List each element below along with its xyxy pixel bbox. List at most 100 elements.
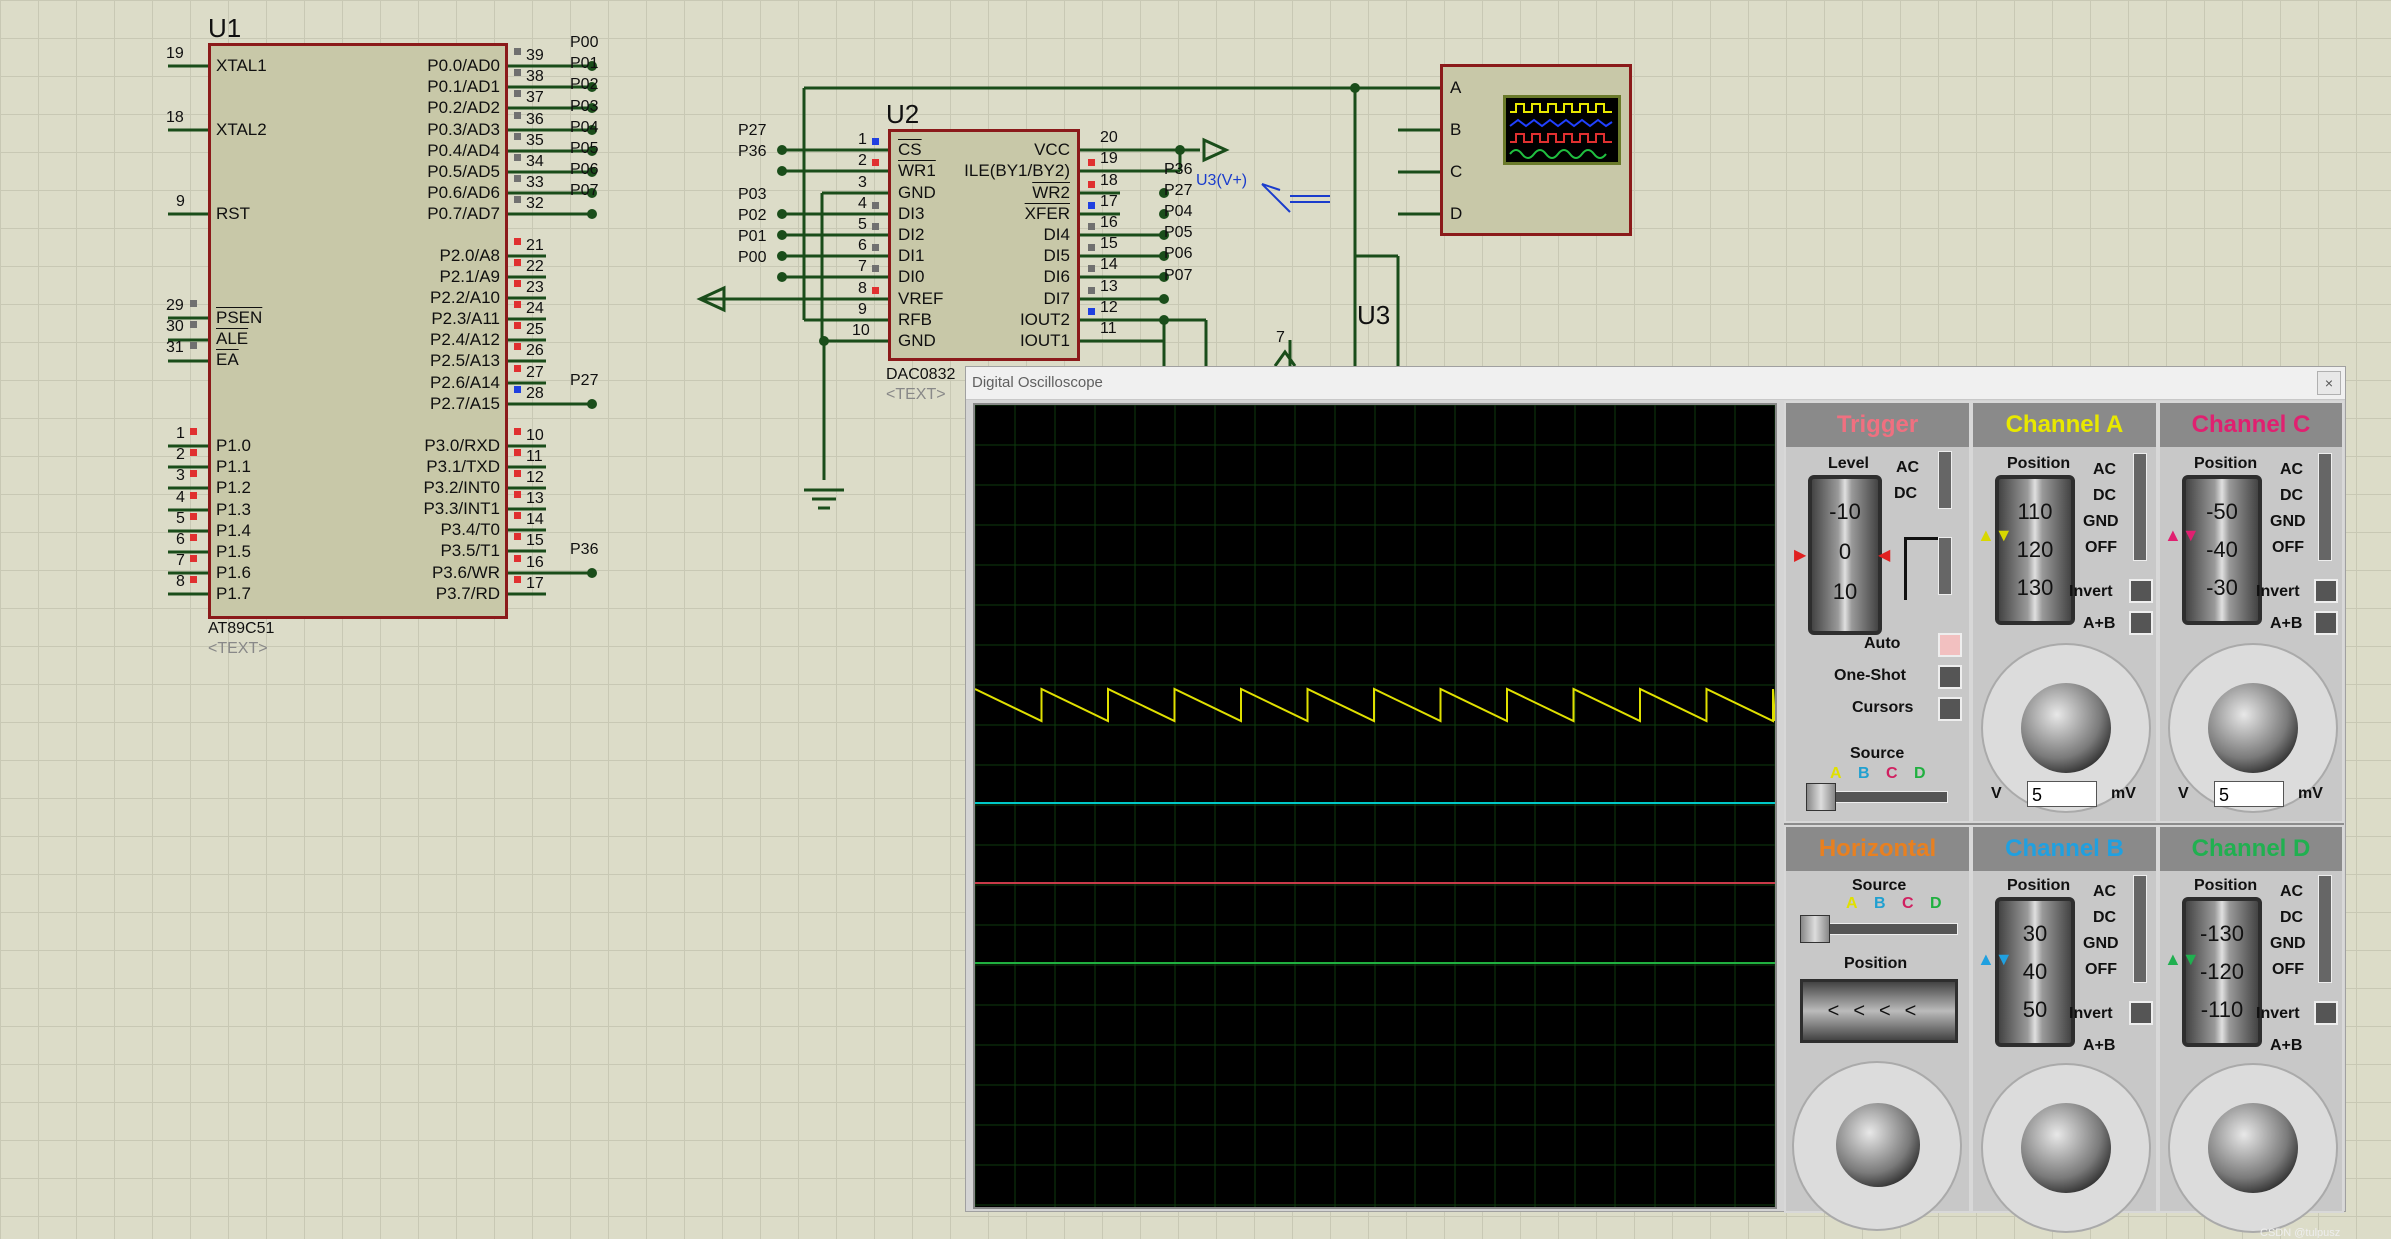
channel-c-value-input[interactable]: 5 (2214, 781, 2284, 807)
u1-pin-marker (514, 90, 521, 97)
h-source-thumb[interactable] (1800, 915, 1830, 943)
channel-d-invert-button[interactable] (2314, 1001, 2338, 1025)
trigger-ac[interactable]: AC (1896, 459, 1919, 477)
channel-c-ac[interactable]: AC (2280, 461, 2303, 479)
channel-b-mode-switch[interactable] (2133, 875, 2147, 983)
u1-pin-marker (190, 342, 197, 349)
channel-a-dc[interactable]: DC (2093, 487, 2116, 505)
channel-b-off[interactable]: OFF (2085, 961, 2117, 979)
channel-b-invert-button[interactable] (2129, 1001, 2153, 1025)
channel-c-invert-button[interactable] (2314, 579, 2338, 603)
edge-switch[interactable] (1938, 537, 1952, 595)
u1-pin-num: 24 (526, 300, 544, 317)
u2-text: <TEXT> (886, 386, 946, 403)
channel-a-off[interactable]: OFF (2085, 539, 2117, 557)
cursors-button[interactable] (1938, 697, 1962, 721)
channel-c-position-dial[interactable]: -50 -40 -30 (2182, 475, 2262, 625)
trigger-source-thumb[interactable] (1806, 783, 1836, 811)
channel-d-dc[interactable]: DC (2280, 909, 2303, 927)
channel-a-invert-button[interactable] (2129, 579, 2153, 603)
net-label: P06 (1164, 245, 1193, 262)
channel-b-position-dial[interactable]: 30 40 50 (1995, 897, 2075, 1047)
channel-b-invert-label: Invert (2069, 1005, 2113, 1022)
channel-a-aplusb-button[interactable] (2129, 611, 2153, 635)
channel-c-aplusb-label: A+B (2270, 615, 2303, 632)
u1-pin-label: P0.2/AD2 (427, 98, 500, 117)
u2-pin-num: 20 (1100, 129, 1118, 146)
oscilloscope-screen[interactable] (973, 403, 1777, 1209)
u1-pin-marker (514, 196, 521, 203)
level-dial[interactable]: -10 0 10 (1808, 475, 1882, 635)
channel-a-title: Channel A (1973, 403, 2156, 447)
u1-pin-label: XTAL2 (216, 120, 267, 139)
trigger-dc[interactable]: DC (1894, 485, 1917, 503)
u1-pin-num: 30 (166, 318, 184, 335)
h-source-d[interactable]: D (1930, 895, 1942, 913)
trigger-source-b[interactable]: B (1858, 765, 1870, 783)
h-position-dial[interactable]: <<<< (1800, 979, 1958, 1043)
one-shot-button[interactable] (1938, 665, 1962, 689)
channel-b-arrow-icon: ▲▼ (1977, 949, 2013, 969)
net-label: P07 (1164, 267, 1193, 284)
u2-pin-num: 15 (1100, 235, 1118, 252)
auto-button[interactable] (1938, 633, 1962, 657)
u2-pin-marker (872, 329, 879, 336)
u1-pin-marker (514, 533, 521, 540)
oscilloscope-titlebar[interactable]: Digital Oscilloscope × (966, 367, 2345, 400)
channel-c-title: Channel C (2160, 403, 2342, 447)
channel-d-ac[interactable]: AC (2280, 883, 2303, 901)
channel-a-value-input[interactable]: 5 (2027, 781, 2097, 807)
channel-c-aplusb-button[interactable] (2314, 611, 2338, 635)
channel-c-mode-switch[interactable] (2318, 453, 2332, 561)
h-source-c[interactable]: C (1902, 895, 1914, 913)
u2-pin-marker (1088, 202, 1095, 209)
h-source-b[interactable]: B (1874, 895, 1886, 913)
channel-a-scale-knob[interactable] (2021, 683, 2111, 773)
scope-symbol[interactable] (1440, 64, 1632, 236)
channel-b-gnd[interactable]: GND (2083, 935, 2119, 953)
u1-pin-num: 25 (526, 321, 544, 338)
channel-d-scale-knob[interactable] (2208, 1103, 2298, 1193)
channel-b-ac[interactable]: AC (2093, 883, 2116, 901)
channel-d-off[interactable]: OFF (2272, 961, 2304, 979)
u1-pin-num: 34 (526, 153, 544, 170)
channel-a-mode-switch[interactable] (2133, 453, 2147, 561)
channel-a-position-dial[interactable]: 110 120 130 (1995, 475, 2075, 625)
u2-pin-label: DI4 (1043, 225, 1070, 244)
channel-d-mode-switch[interactable] (2318, 875, 2332, 983)
channel-d-gnd[interactable]: GND (2270, 935, 2306, 953)
channel-c-dc[interactable]: DC (2280, 487, 2303, 505)
channel-c-off[interactable]: OFF (2272, 539, 2304, 557)
channel-a-invert-label: Invert (2069, 583, 2113, 600)
channel-b-panel: Channel B Position 30 40 50 ▲▼ AC DC GND… (1971, 825, 2158, 1233)
h-timebase-knob[interactable] (1836, 1103, 1920, 1187)
net-label: P03 (738, 186, 767, 203)
channel-a-gnd[interactable]: GND (2083, 513, 2119, 531)
channel-c-scale-knob[interactable] (2208, 683, 2298, 773)
channel-b-title: Channel B (1973, 827, 2156, 871)
channel-b-dc[interactable]: DC (2093, 909, 2116, 927)
trigger-source-d[interactable]: D (1914, 765, 1926, 783)
u1-pin-label: P3.4/T0 (440, 520, 500, 539)
u2-pin-label: DI5 (1043, 246, 1070, 265)
channel-c-gnd[interactable]: GND (2270, 513, 2306, 531)
u2-pin-num: 10 (852, 322, 870, 339)
channel-b-scale-knob[interactable] (2021, 1103, 2111, 1193)
trigger-source-a[interactable]: A (1830, 765, 1842, 783)
oscilloscope-window[interactable]: Digital Oscilloscope × Trigger Level -10… (965, 366, 2346, 1239)
u1-pin-num: 15 (526, 532, 544, 549)
u2-pin-label: DI0 (898, 267, 925, 286)
u1-pin-num: 11 (526, 448, 543, 465)
u2-pin-marker (1088, 287, 1095, 294)
coupling-switch[interactable] (1938, 451, 1952, 509)
channel-a-ac[interactable]: AC (2093, 461, 2116, 479)
u1-pin-num: 8 (176, 573, 185, 590)
one-shot-label: One-Shot (1834, 667, 1906, 684)
u1-pin-num: 16 (526, 554, 544, 571)
channel-d-position-dial[interactable]: -130 -120 -110 (2182, 897, 2262, 1047)
u2-pin-num: 12 (1100, 299, 1118, 316)
trigger-source-c[interactable]: C (1886, 765, 1898, 783)
h-source-a[interactable]: A (1846, 895, 1858, 913)
close-button[interactable]: × (2317, 371, 2341, 395)
u1-pin-label: P2.6/A14 (430, 373, 500, 392)
